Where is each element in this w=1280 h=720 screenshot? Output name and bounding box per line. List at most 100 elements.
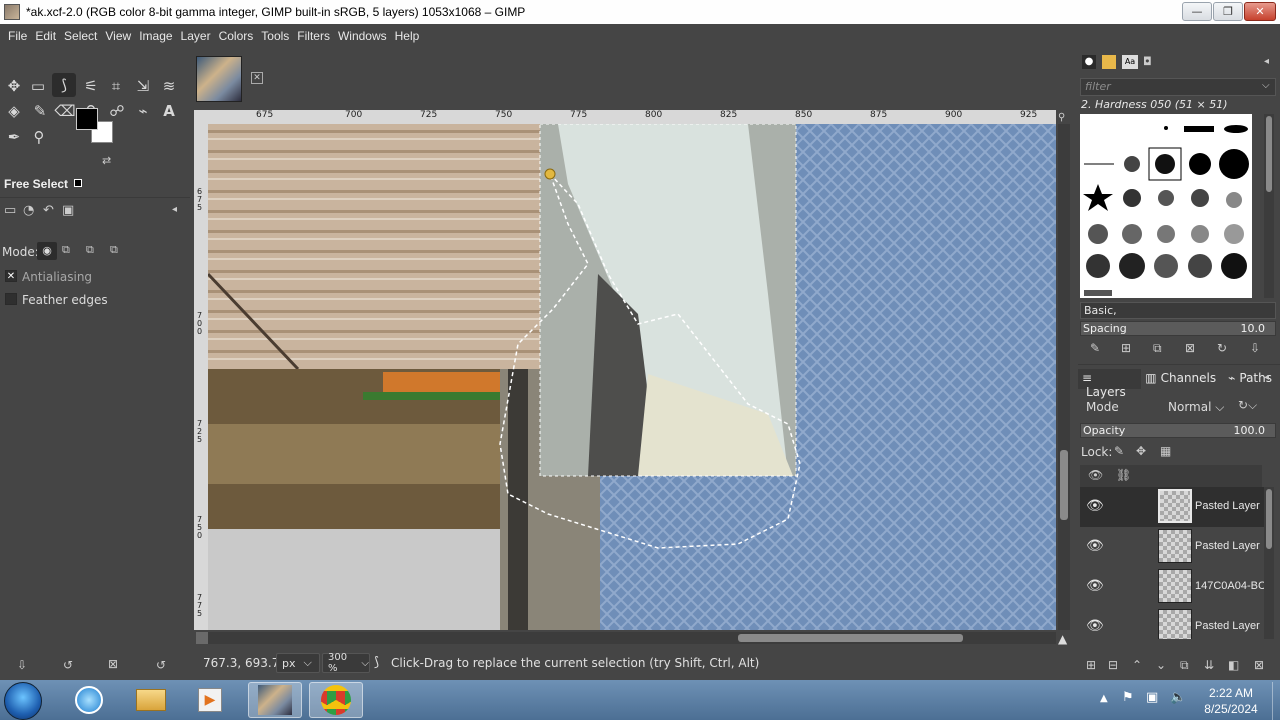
brush-tag-input[interactable]: Basic, (1080, 302, 1276, 319)
menu-colors[interactable]: Colors (215, 29, 258, 43)
menu-file[interactable]: File (4, 29, 31, 43)
tab-channels[interactable]: ▥ Channels (1141, 369, 1224, 389)
fuzzy-select-icon[interactable]: ⚟ (79, 74, 103, 98)
taskbar-app-media[interactable]: ▶ (183, 682, 237, 718)
taskbar-app-browser[interactable] (62, 682, 116, 718)
opacity-slider[interactable]: Opacity 100.0 (1080, 423, 1276, 438)
taskbar-app-gimp[interactable] (248, 682, 302, 718)
dock-configure-icon[interactable]: ◂ (1264, 56, 1269, 67)
free-select-icon[interactable]: ⟆ (52, 73, 76, 97)
spacing-slider[interactable]: Spacing 10.0 (1080, 321, 1276, 336)
images-tab-icon[interactable]: ▣ (62, 203, 74, 218)
foreground-color-swatch[interactable] (76, 108, 98, 130)
menu-windows[interactable]: Windows (334, 29, 391, 43)
reset-tool-options-icon[interactable]: ↺ (156, 658, 166, 672)
layer-mode-select[interactable]: Normal ⌵ (1168, 400, 1224, 415)
text-icon[interactable]: A (157, 99, 181, 123)
tab-paths[interactable]: ⌁ Paths (1224, 369, 1280, 389)
warp-icon[interactable]: ≋ (157, 74, 181, 98)
move-icon[interactable]: ✥ (2, 74, 26, 98)
swap-colors-icon[interactable]: ⇄ (102, 154, 111, 167)
device-status-tab-icon[interactable]: ◔ (23, 203, 34, 218)
duplicate-brush-icon[interactable]: ⧉ (1153, 341, 1162, 356)
layer-row[interactable]: 👁 147C0A04-BC (1080, 567, 1266, 607)
brush-grid[interactable] (1080, 114, 1252, 298)
start-button[interactable] (4, 682, 42, 720)
visibility-eye-icon[interactable]: 👁 (1086, 618, 1104, 634)
tray-network-icon[interactable]: ▣ (1146, 690, 1158, 705)
configure-tab-icon[interactable]: ◂ (172, 204, 177, 215)
bucket-fill-icon[interactable]: ◈ (2, 99, 26, 123)
visibility-eye-icon[interactable]: 👁 (1086, 578, 1104, 594)
zoom-select[interactable]: 300 % ⌵ (322, 652, 370, 674)
vertical-scrollbar[interactable] (1058, 124, 1070, 630)
merge-layer-icon[interactable]: ⇊ (1204, 658, 1214, 672)
raise-layer-icon[interactable]: ⌃ (1132, 658, 1142, 672)
duplicate-layer-icon[interactable]: ⧉ (1180, 658, 1189, 673)
vertical-scroll-thumb[interactable] (1060, 450, 1068, 520)
paintbrush-icon[interactable]: ✎ (28, 99, 52, 123)
zoom-icon[interactable]: ⚲ (27, 125, 51, 149)
unit-select[interactable]: px ⌵ (276, 653, 320, 673)
brush-filter-input[interactable]: filter (1080, 78, 1276, 96)
undo-history-tab-icon[interactable]: ↶ (43, 203, 54, 218)
lower-layer-icon[interactable]: ⌄ (1156, 658, 1166, 672)
lock-alpha-icon[interactable]: ▦ (1160, 444, 1171, 458)
maximize-button[interactable]: ❐ (1213, 2, 1243, 21)
refresh-brushes-icon[interactable]: ↻ (1217, 341, 1227, 355)
new-layer-group-icon[interactable]: ⊟ (1108, 658, 1118, 672)
show-desktop-button[interactable] (1272, 682, 1280, 720)
feather-edges-checkbox[interactable] (5, 293, 17, 305)
menu-image[interactable]: Image (135, 29, 176, 43)
edit-brush-icon[interactable]: ✎ (1090, 341, 1100, 355)
close-button[interactable]: ✕ (1244, 2, 1276, 21)
default-colors-icon[interactable] (74, 179, 82, 187)
layer-row[interactable]: 👁 Pasted Layer (1080, 527, 1264, 567)
layer-row[interactable]: 👁 Pasted Layer (1080, 607, 1264, 639)
tray-expand-icon[interactable]: ▲ (1100, 693, 1108, 704)
layers-scroll-thumb[interactable] (1266, 489, 1272, 549)
mode-subtract-button[interactable]: ⧉ (86, 243, 94, 257)
horizontal-scrollbar[interactable] (208, 632, 1056, 644)
tray-volume-icon[interactable]: 🔈 (1170, 690, 1186, 705)
smudge-icon[interactable]: ☍ (105, 99, 129, 123)
layers-scrollbar[interactable] (1264, 487, 1274, 639)
visibility-eye-icon[interactable]: 👁 (1086, 538, 1104, 554)
tray-action-center-icon[interactable]: ⚑ (1122, 690, 1134, 705)
new-brush-icon[interactable]: ⊞ (1121, 341, 1131, 355)
fonts-tab-icon[interactable]: Aa (1122, 55, 1138, 69)
brushes-tab-icon[interactable]: ● (1082, 55, 1096, 69)
restore-tool-preset-icon[interactable]: ↺ (63, 658, 73, 672)
new-layer-icon[interactable]: ⊞ (1086, 658, 1096, 672)
lock-pixels-icon[interactable]: ✎ (1114, 444, 1124, 458)
visibility-eye-icon[interactable]: 👁 (1086, 498, 1104, 514)
image-canvas[interactable] (208, 124, 1056, 630)
taskbar-app-explorer[interactable] (124, 682, 178, 718)
lock-position-icon[interactable]: ✥ (1136, 444, 1146, 458)
eraser-icon[interactable]: ⌫ (53, 99, 77, 123)
navigate-icon[interactable]: ▲ (1058, 632, 1067, 646)
mode-intersect-button[interactable]: ⧉ (110, 243, 118, 257)
menu-select[interactable]: Select (60, 29, 101, 43)
delete-tool-preset-icon[interactable]: ⊠ (108, 657, 118, 671)
crop-icon[interactable]: ⌗ (104, 74, 128, 98)
menu-view[interactable]: View (101, 29, 135, 43)
tab-layers[interactable]: ≡ Layers (1078, 369, 1142, 399)
tool-presets-tab-icon[interactable]: ◘ (1143, 55, 1157, 69)
brush-as-image-icon[interactable]: ⇩ (1250, 341, 1260, 355)
unified-transform-icon[interactable]: ⇲ (131, 74, 155, 98)
mask-layer-icon[interactable]: ◧ (1228, 658, 1239, 672)
image-thumbnail-tab[interactable] (196, 56, 242, 102)
minimize-button[interactable]: — (1182, 2, 1212, 21)
delete-brush-icon[interactable]: ⊠ (1185, 341, 1195, 355)
layers-configure-icon[interactable]: ◂ (1264, 372, 1269, 383)
paths-icon[interactable]: ⌁ (131, 99, 155, 123)
taskbar-app-chrome[interactable] (309, 682, 363, 718)
patterns-tab-icon[interactable] (1102, 55, 1116, 69)
rect-select-icon[interactable]: ▭ (26, 74, 50, 98)
mode-replace-button[interactable]: ◉ (37, 242, 57, 260)
save-tool-preset-icon[interactable]: ⇩ (17, 658, 27, 672)
menu-filters[interactable]: Filters (293, 29, 334, 43)
close-image-icon[interactable]: ✕ (251, 72, 263, 84)
color-picker-icon[interactable]: ✒ (2, 125, 26, 149)
